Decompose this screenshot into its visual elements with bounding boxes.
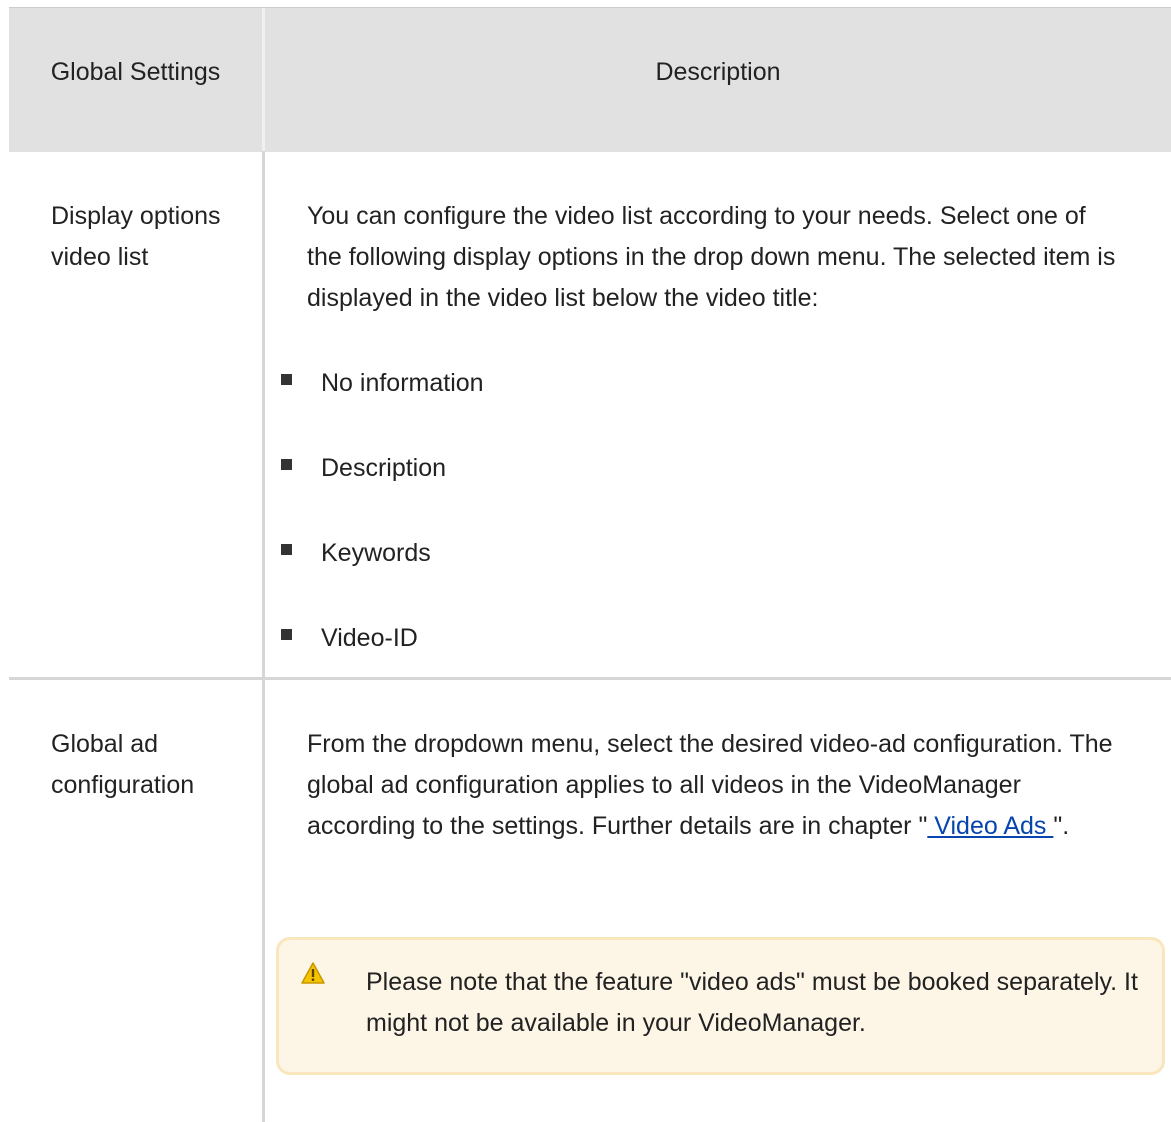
bullet-icon — [281, 544, 292, 555]
setting-global-ad-configuration: Global ad configuration — [51, 730, 195, 799]
description-global-ad-configuration: From the dropdown menu, select the desir… — [307, 730, 1113, 840]
header-description: Description — [655, 58, 781, 86]
warning-note-text: Please note that the feature "video ads"… — [366, 968, 1138, 1037]
setting-display-options: Display options video list — [51, 202, 221, 271]
header-global-settings: Global Settings — [50, 58, 221, 86]
video-ads-link[interactable]: Video Ads — [927, 812, 1053, 840]
row-divider — [9, 677, 1171, 680]
column-divider — [262, 151, 265, 1122]
table-header: Global Settings Description — [9, 7, 1171, 152]
bullet-icon — [281, 459, 292, 470]
warning-icon — [301, 962, 325, 984]
bullet-icon — [281, 374, 292, 385]
settings-table: Global Settings Description Display opti… — [9, 7, 1171, 1122]
description-display-options: You can configure the video list accordi… — [307, 202, 1116, 312]
warning-note: Please note that the feature "video ads"… — [276, 937, 1165, 1075]
bullet-icon — [281, 629, 292, 640]
